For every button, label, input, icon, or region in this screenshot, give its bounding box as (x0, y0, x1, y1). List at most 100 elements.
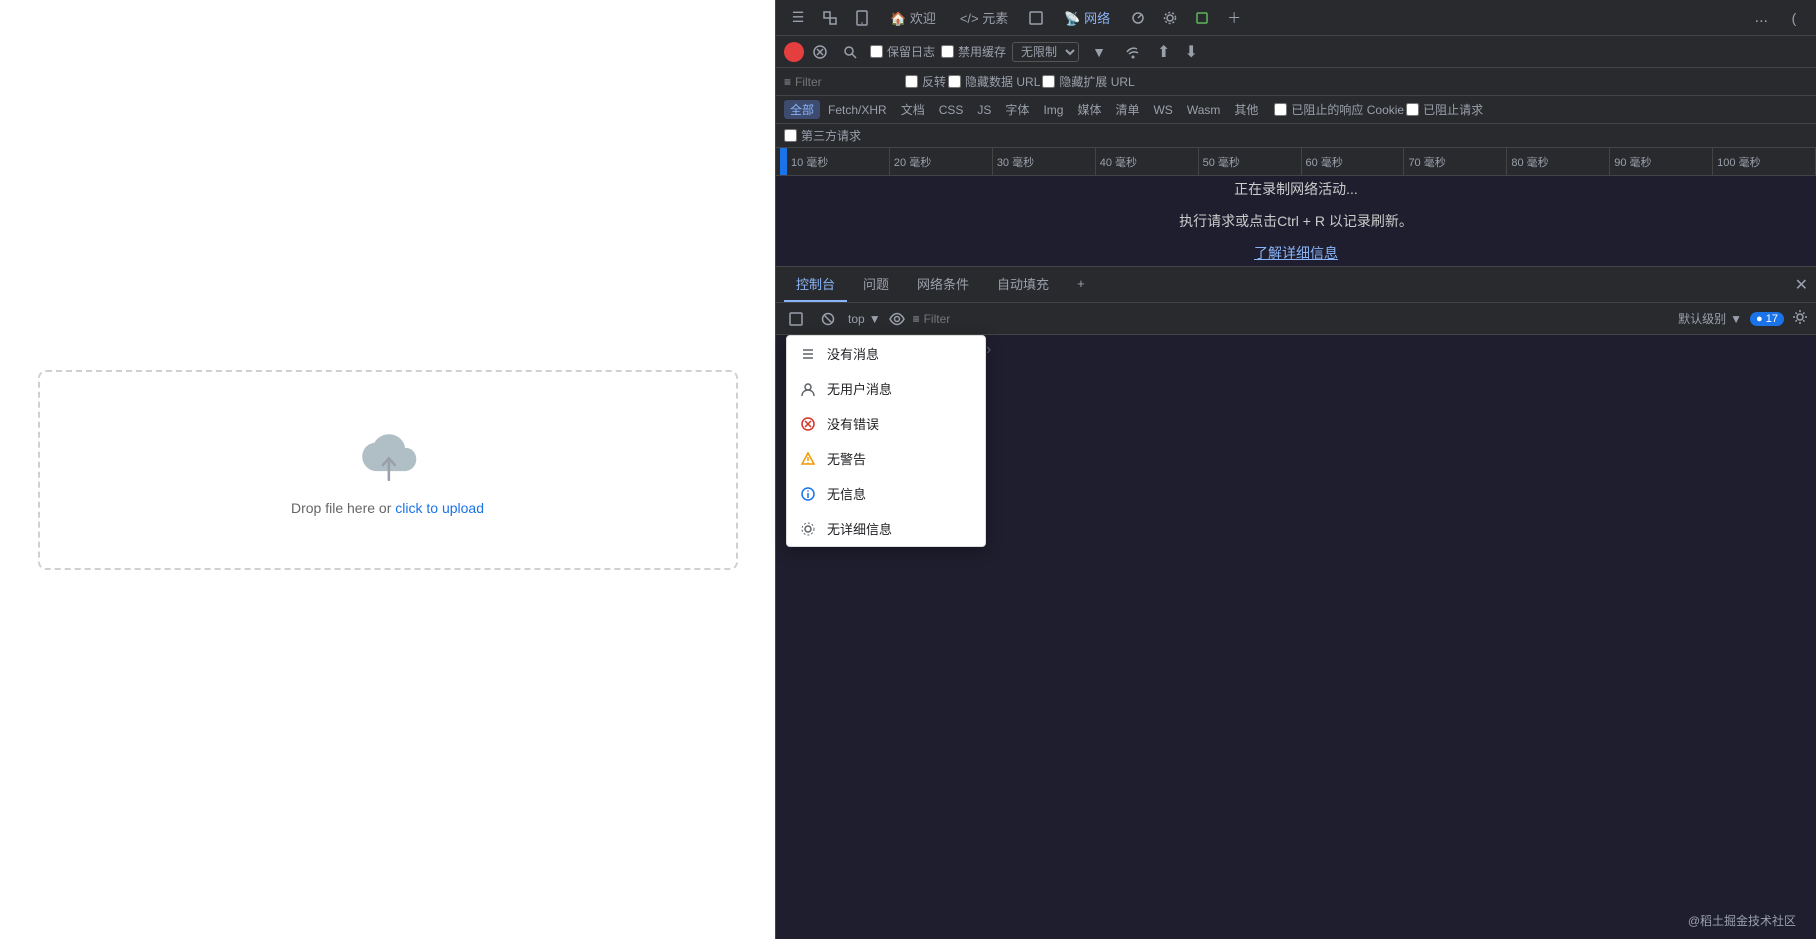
chip-ws[interactable]: WS (1147, 102, 1178, 118)
upload-icon (353, 424, 423, 484)
no-warnings-item[interactable]: 无警告 (787, 441, 985, 476)
third-party-checkbox[interactable]: 第三方请求 (784, 127, 861, 144)
context-dropdown-arrow: ▼ (869, 312, 881, 326)
error-icon (799, 415, 817, 433)
tab-network-conditions[interactable]: 网络条件 (905, 267, 981, 302)
throttle-select[interactable]: 无限制 (1012, 42, 1079, 62)
chip-media[interactable]: 媒体 (1071, 100, 1107, 119)
clear-button[interactable] (810, 42, 830, 62)
tab-layers-icon[interactable] (1188, 4, 1216, 32)
console-toolbar: top ▼ ≡ 默认级别 ▼ ● 17 (776, 303, 1816, 335)
add-tab-icon[interactable]: ＋ (1220, 4, 1248, 32)
bottom-watermark: @稻土掘金技术社区 (1688, 912, 1796, 929)
search-network-button[interactable] (836, 38, 864, 66)
offline-icon[interactable] (1119, 38, 1147, 66)
timeline-ruler: 10 毫秒 20 毫秒 30 毫秒 40 毫秒 50 毫秒 60 毫秒 70 毫… (784, 148, 1816, 175)
expand-arrow-icon[interactable]: › (986, 341, 991, 359)
disable-cache-checkbox[interactable]: 禁用缓存 (941, 43, 1006, 60)
upload-text: Drop file here or click to upload (291, 500, 484, 516)
network-content-area: 正在录制网络活动... 执行请求或点击Ctrl + R 以记录刷新。 了解详细信… (776, 176, 1816, 266)
tick-60: 60 毫秒 (1302, 148, 1405, 175)
log-level-selector[interactable]: 默认级别 ▼ (1678, 310, 1742, 327)
level-dropdown-arrow: ▼ (1730, 312, 1742, 326)
import-button[interactable]: ⬆ (1153, 40, 1174, 64)
filter-bar: ≡ 反转 隐藏数据 URL 隐藏扩展 URL (776, 68, 1816, 96)
blocked-requests-checkbox[interactable]: 已阻止请求 (1406, 101, 1483, 118)
context-selector[interactable]: top ▼ (848, 312, 881, 326)
tab-console-icon[interactable] (1022, 4, 1050, 32)
devtools-topbar: ☰ 🏠 欢迎 </> 元素 📡 网络 ＋ (776, 0, 1816, 36)
chip-manifest[interactable]: 清单 (1109, 100, 1145, 119)
no-warnings-label: 无警告 (827, 449, 866, 468)
hide-ext-checkbox[interactable]: 隐藏扩展 URL (1042, 73, 1134, 90)
tab-console[interactable]: 控制台 (784, 267, 847, 302)
console-settings-button[interactable] (1792, 309, 1808, 328)
tab-elements[interactable]: </> 元素 (950, 4, 1018, 31)
eye-button[interactable] (889, 311, 905, 327)
no-messages-label: 没有消息 (827, 344, 879, 363)
tab-welcome[interactable]: 🏠 欢迎 (880, 4, 946, 31)
filter-input-group: ≡ (784, 75, 895, 89)
chip-js[interactable]: JS (971, 102, 997, 118)
chip-fetch-xhr[interactable]: Fetch/XHR (822, 102, 893, 118)
tab-autofill[interactable]: 自动填充 (985, 267, 1061, 302)
third-party-bar: 第三方请求 (776, 124, 1816, 148)
chip-font[interactable]: 字体 (999, 100, 1035, 119)
tick-90: 90 毫秒 (1610, 148, 1713, 175)
warning-icon (799, 450, 817, 468)
upload-link[interactable]: click to upload (395, 500, 484, 516)
chip-other[interactable]: 其他 (1228, 100, 1264, 119)
tick-70: 70 毫秒 (1404, 148, 1507, 175)
device-icon[interactable] (848, 4, 876, 32)
chip-all[interactable]: 全部 (784, 100, 820, 119)
chip-img[interactable]: Img (1037, 102, 1069, 118)
tab-settings-icon[interactable] (1156, 4, 1184, 32)
invert-checkbox[interactable]: 反转 (905, 73, 946, 90)
tick-40: 40 毫秒 (1096, 148, 1199, 175)
record-button[interactable] (784, 42, 804, 62)
filter-input[interactable] (795, 75, 895, 89)
devtools-panel: ☰ 🏠 欢迎 </> 元素 📡 网络 ＋ (775, 0, 1816, 939)
no-errors-item[interactable]: 没有错误 (787, 406, 985, 441)
chip-doc[interactable]: 文档 (895, 100, 931, 119)
tab-performance-icon[interactable] (1124, 4, 1152, 32)
blocked-cookie-checkbox[interactable]: 已阻止的响应 Cookie (1274, 101, 1404, 118)
console-filter-input[interactable] (924, 312, 1671, 326)
info-icon (799, 485, 817, 503)
chip-wasm[interactable]: Wasm (1181, 102, 1227, 118)
console-block-icon[interactable] (816, 307, 840, 331)
home-icon: 🏠 (890, 11, 906, 26)
no-messages-item[interactable]: 没有消息 (787, 336, 985, 371)
context-label: top (848, 312, 865, 326)
hide-data-urls-checkbox[interactable]: 隐藏数据 URL (948, 73, 1040, 90)
log-level-dropdown-menu: 没有消息 无用户消息 (786, 335, 986, 547)
export-button[interactable]: ⬇ (1180, 40, 1201, 64)
user-icon (799, 380, 817, 398)
tick-30: 30 毫秒 (993, 148, 1096, 175)
learn-more-link[interactable]: 了解详细信息 (1254, 243, 1338, 263)
more-options-icon[interactable]: ... (1747, 9, 1776, 27)
console-close-button[interactable]: ✕ (1795, 275, 1808, 295)
no-user-messages-label: 无用户消息 (827, 379, 892, 398)
preserve-log-checkbox[interactable]: 保留日志 (870, 43, 935, 60)
tab-add[interactable]: + (1065, 267, 1097, 302)
no-user-messages-item[interactable]: 无用户消息 (787, 371, 985, 406)
throttle-expand-icon[interactable]: ▼ (1085, 38, 1113, 66)
no-verbose-label: 无详细信息 (827, 519, 892, 538)
wifi-icon: 📡 (1064, 11, 1080, 26)
hint-text: 执行请求或点击Ctrl + R 以记录刷新。 (1179, 211, 1413, 231)
devtools-menu-icon[interactable]: ☰ (784, 4, 812, 32)
no-info-item[interactable]: 无信息 (787, 476, 985, 511)
no-verbose-item[interactable]: 无详细信息 (787, 511, 985, 546)
detach-icon[interactable]: ( (1780, 4, 1808, 32)
inspect-icon[interactable] (816, 4, 844, 32)
no-errors-label: 没有错误 (827, 414, 879, 433)
console-clear-button[interactable] (784, 307, 808, 331)
network-toolbar: 保留日志 禁用缓存 无限制 ▼ ⬆ ⬇ (776, 36, 1816, 68)
tab-issues[interactable]: 问题 (851, 267, 901, 302)
tick-100: 100 毫秒 (1713, 148, 1816, 175)
tick-50: 50 毫秒 (1199, 148, 1302, 175)
chip-css[interactable]: CSS (933, 102, 970, 118)
upload-area[interactable]: Drop file here or click to upload (38, 370, 738, 570)
tab-network[interactable]: 📡 网络 (1054, 4, 1120, 31)
